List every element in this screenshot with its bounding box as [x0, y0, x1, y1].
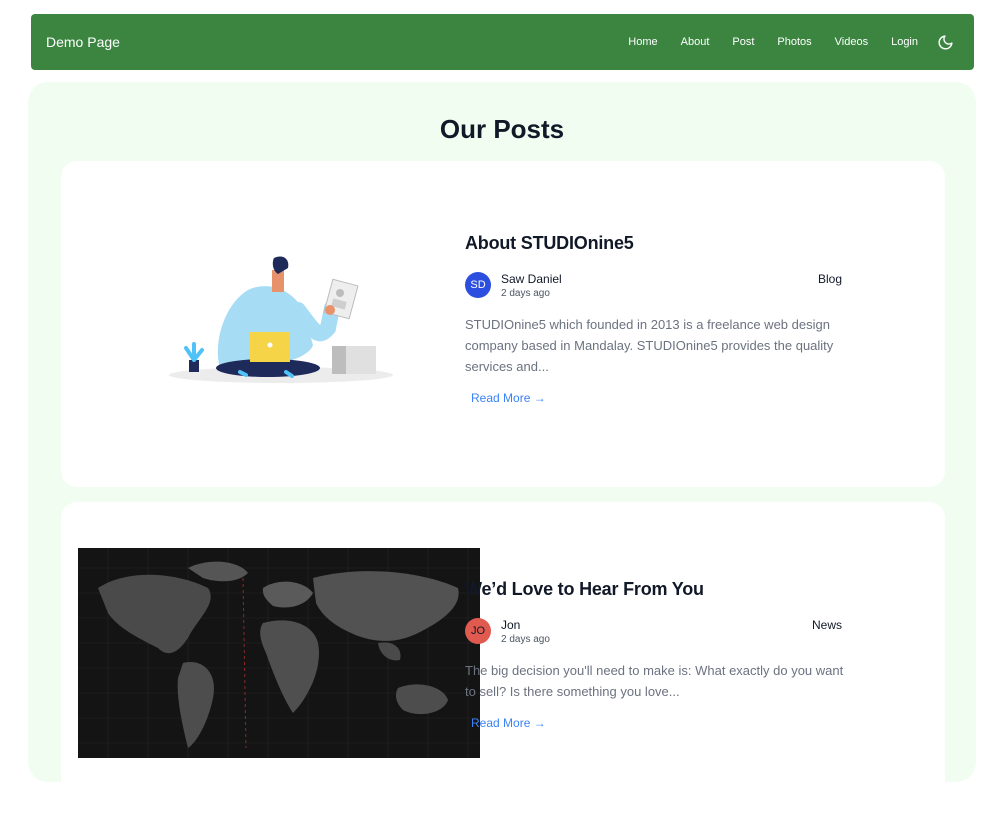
top-navbar: Demo Page Home About Post Photos Videos …	[31, 14, 974, 70]
nav-link-photos[interactable]: Photos	[777, 36, 811, 48]
author-name: Saw Daniel	[501, 272, 562, 286]
post-excerpt: STUDIOnine5 which founded in 2013 is a f…	[465, 317, 834, 374]
post-body: We’d Love to Hear From You JO Jon 2 days…	[465, 579, 855, 732]
category-label: News	[811, 618, 842, 632]
post-meta: SD Saw Daniel 2 days ago Blog	[465, 272, 855, 304]
post-time: 2 days ago	[501, 288, 550, 299]
read-more-link[interactable]: Read More →	[471, 716, 546, 730]
post-image-illustration	[168, 250, 394, 395]
nav-links: Home About Post Photos Videos Login	[628, 33, 954, 51]
nav-link-post[interactable]: Post	[732, 36, 754, 48]
post-title[interactable]: We’d Love to Hear From You	[465, 579, 855, 600]
nav-link-about[interactable]: About	[681, 36, 710, 48]
avatar: JO	[465, 618, 491, 644]
avatar: SD	[465, 272, 491, 298]
post-body: About STUDIOnine5 SD Saw Daniel 2 days a…	[465, 233, 855, 407]
post-title[interactable]: About STUDIOnine5	[465, 233, 855, 254]
category-label: Blog	[817, 272, 842, 286]
read-more-link[interactable]: Read More →	[471, 391, 546, 405]
nav-link-videos[interactable]: Videos	[835, 36, 868, 48]
post-time: 2 days ago	[501, 634, 550, 645]
post-meta: JO Jon 2 days ago News	[465, 618, 855, 650]
post-image-world-map	[78, 548, 480, 758]
brand-title[interactable]: Demo Page	[46, 34, 120, 50]
moon-icon[interactable]	[936, 33, 954, 51]
section-title: Our Posts	[439, 114, 565, 144]
post-excerpt: The big decision you'll need to make is:…	[465, 663, 844, 699]
author-name: Jon	[501, 618, 521, 632]
nav-link-login[interactable]: Login	[891, 36, 918, 48]
nav-link-home[interactable]: Home	[628, 36, 657, 48]
